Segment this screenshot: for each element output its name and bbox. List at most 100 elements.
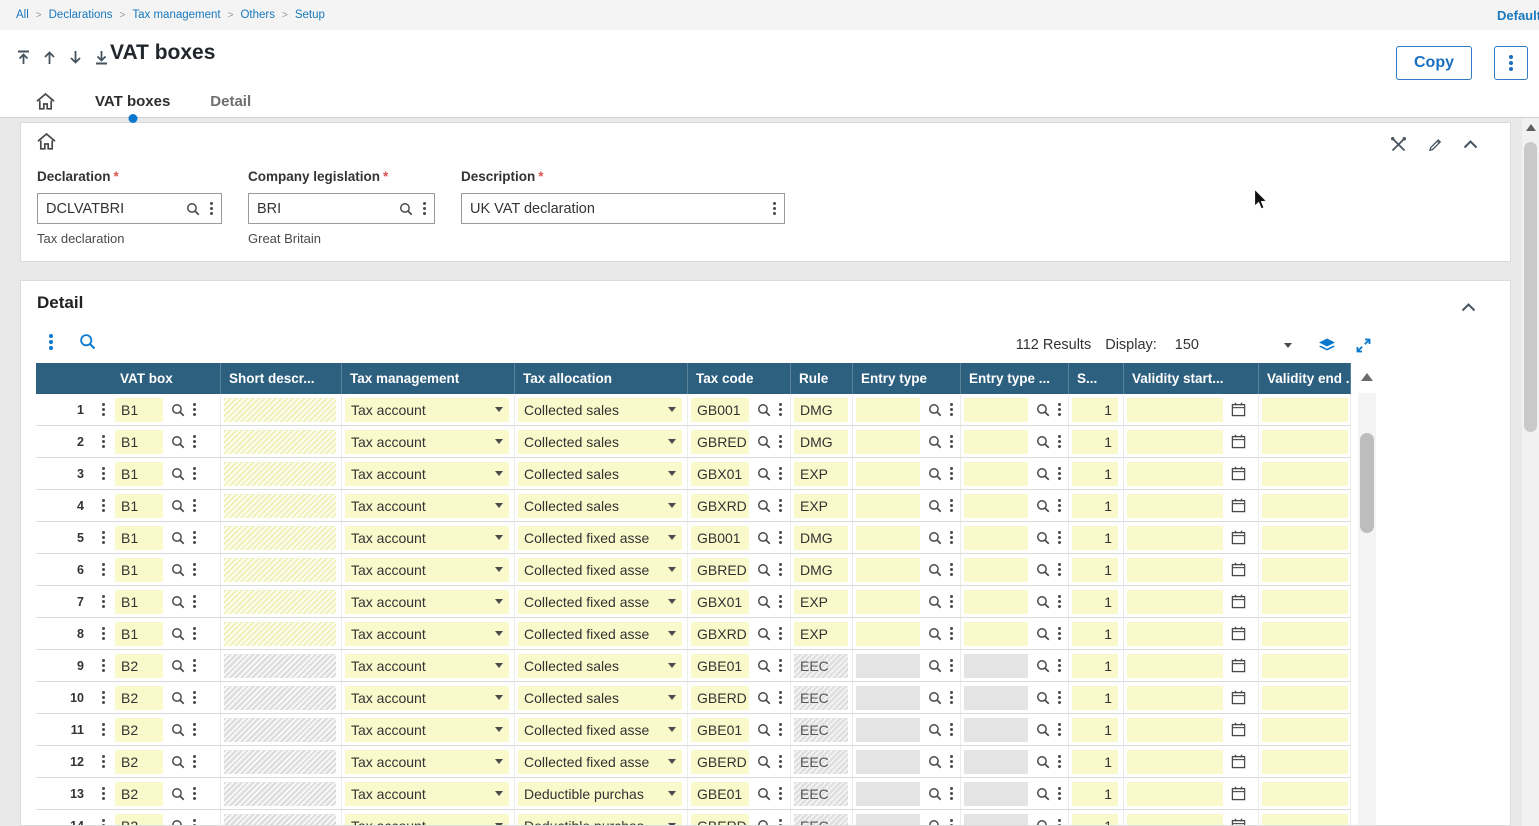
rule-input[interactable]: EEC [794,814,848,826]
cell-menu-icon[interactable] [193,632,196,635]
search-icon[interactable] [757,403,771,417]
calendar-icon[interactable] [1231,818,1246,825]
validity-start-input[interactable] [1127,718,1223,742]
company-legislation-input[interactable]: BRI [248,193,435,224]
search-icon[interactable] [757,723,771,737]
cell-menu-icon[interactable] [950,664,953,667]
field-menu-icon[interactable] [423,207,426,210]
collapse-detail-icon[interactable] [1461,299,1476,317]
vat-box-input[interactable]: B2 [115,718,163,742]
cell-menu-icon[interactable] [193,792,196,795]
breadcrumb-item-others[interactable]: Others [240,9,275,21]
validity-end-input[interactable] [1262,814,1348,826]
cell-menu-icon[interactable] [779,568,782,571]
row-number[interactable]: 12 [36,746,94,777]
column-header-validity-end[interactable]: Validity end .. [1259,363,1351,394]
search-icon[interactable] [171,403,185,417]
search-icon[interactable] [171,787,185,801]
cell-menu-icon[interactable] [193,568,196,571]
home-tab-icon[interactable] [36,93,55,110]
cell-menu-icon[interactable] [1058,760,1061,763]
endpoint-label[interactable]: Default [1497,0,1539,30]
tax-code-input[interactable]: GBRED [691,430,749,454]
rule-input[interactable]: DMG [794,558,848,582]
validity-end-input[interactable] [1262,462,1348,486]
search-icon[interactable] [1036,467,1050,481]
tax-code-input[interactable]: GBERD [691,750,749,774]
search-icon[interactable] [171,467,185,481]
collapse-section-icon[interactable] [1463,140,1478,149]
tax-management-select[interactable]: Tax account [345,494,509,518]
cell-menu-icon[interactable] [193,600,196,603]
row-menu-icon[interactable] [94,714,112,745]
row-number[interactable]: 13 [36,778,94,809]
validity-start-input[interactable] [1127,686,1223,710]
rule-input[interactable]: EEC [794,654,848,678]
vat-box-input[interactable]: B1 [115,622,163,646]
cell-menu-icon[interactable] [779,408,782,411]
tax-allocation-select[interactable]: Collected sales [518,462,682,486]
pencil-icon[interactable] [1427,137,1443,153]
vat-box-input[interactable]: B1 [115,558,163,582]
cell-menu-icon[interactable] [950,792,953,795]
s-input[interactable]: 1 [1072,462,1118,486]
tax-allocation-select[interactable]: Collected fixed asse [518,590,682,614]
entry-type-input[interactable] [856,782,920,806]
rule-input[interactable]: DMG [794,526,848,550]
cell-menu-icon[interactable] [950,600,953,603]
vat-box-input[interactable]: B2 [115,750,163,774]
tax-allocation-select[interactable]: Collected fixed asse [518,718,682,742]
search-icon[interactable] [171,627,185,641]
search-icon[interactable] [1036,755,1050,769]
validity-start-input[interactable] [1127,398,1223,422]
declaration-input[interactable]: DCLVATBRI [37,193,222,224]
tax-allocation-select[interactable]: Collected fixed asse [518,750,682,774]
vat-box-input[interactable]: B1 [115,494,163,518]
cell-menu-icon[interactable] [950,760,953,763]
search-icon[interactable] [757,627,771,641]
s-input[interactable]: 1 [1072,750,1118,774]
entry-type2-input[interactable] [964,430,1028,454]
search-icon[interactable] [928,659,942,673]
cell-menu-icon[interactable] [1058,440,1061,443]
search-icon[interactable] [1036,787,1050,801]
search-icon[interactable] [1036,403,1050,417]
validity-start-input[interactable] [1127,462,1223,486]
entry-type2-input[interactable] [964,654,1028,678]
tax-management-select[interactable]: Tax account [345,430,509,454]
cell-menu-icon[interactable] [950,632,953,635]
calendar-icon[interactable] [1231,722,1246,737]
cell-menu-icon[interactable] [193,696,196,699]
entry-type-input[interactable] [856,750,920,774]
entry-type-input[interactable] [856,814,920,826]
calendar-icon[interactable] [1231,658,1246,673]
validity-start-input[interactable] [1127,750,1223,774]
grid-menu-icon[interactable] [49,340,53,344]
search-icon[interactable] [928,403,942,417]
more-actions-button[interactable] [1494,46,1528,80]
validity-start-input[interactable] [1127,782,1223,806]
search-icon[interactable] [757,531,771,545]
tax-management-select[interactable]: Tax account [345,398,509,422]
page-scrollbar-thumb[interactable] [1524,142,1537,432]
layers-icon[interactable] [1318,338,1336,353]
row-menu-icon[interactable] [94,554,112,585]
tax-code-input[interactable]: GBXRD [691,622,749,646]
row-number[interactable]: 10 [36,682,94,713]
search-icon[interactable] [186,202,200,216]
s-input[interactable]: 1 [1072,718,1118,742]
cell-menu-icon[interactable] [193,536,196,539]
row-number[interactable]: 1 [36,394,94,425]
column-header-tax-code[interactable]: Tax code [688,363,791,394]
search-icon[interactable] [1036,627,1050,641]
tax-code-input[interactable]: GBE01 [691,718,749,742]
s-input[interactable]: 1 [1072,430,1118,454]
cell-menu-icon[interactable] [1058,632,1061,635]
cell-menu-icon[interactable] [1058,536,1061,539]
validity-end-input[interactable] [1262,398,1348,422]
entry-type-input[interactable] [856,494,920,518]
tax-code-input[interactable]: GBE01 [691,782,749,806]
calendar-icon[interactable] [1231,402,1246,417]
tax-code-input[interactable]: GBRED [691,558,749,582]
tax-code-input[interactable]: GB001 [691,526,749,550]
